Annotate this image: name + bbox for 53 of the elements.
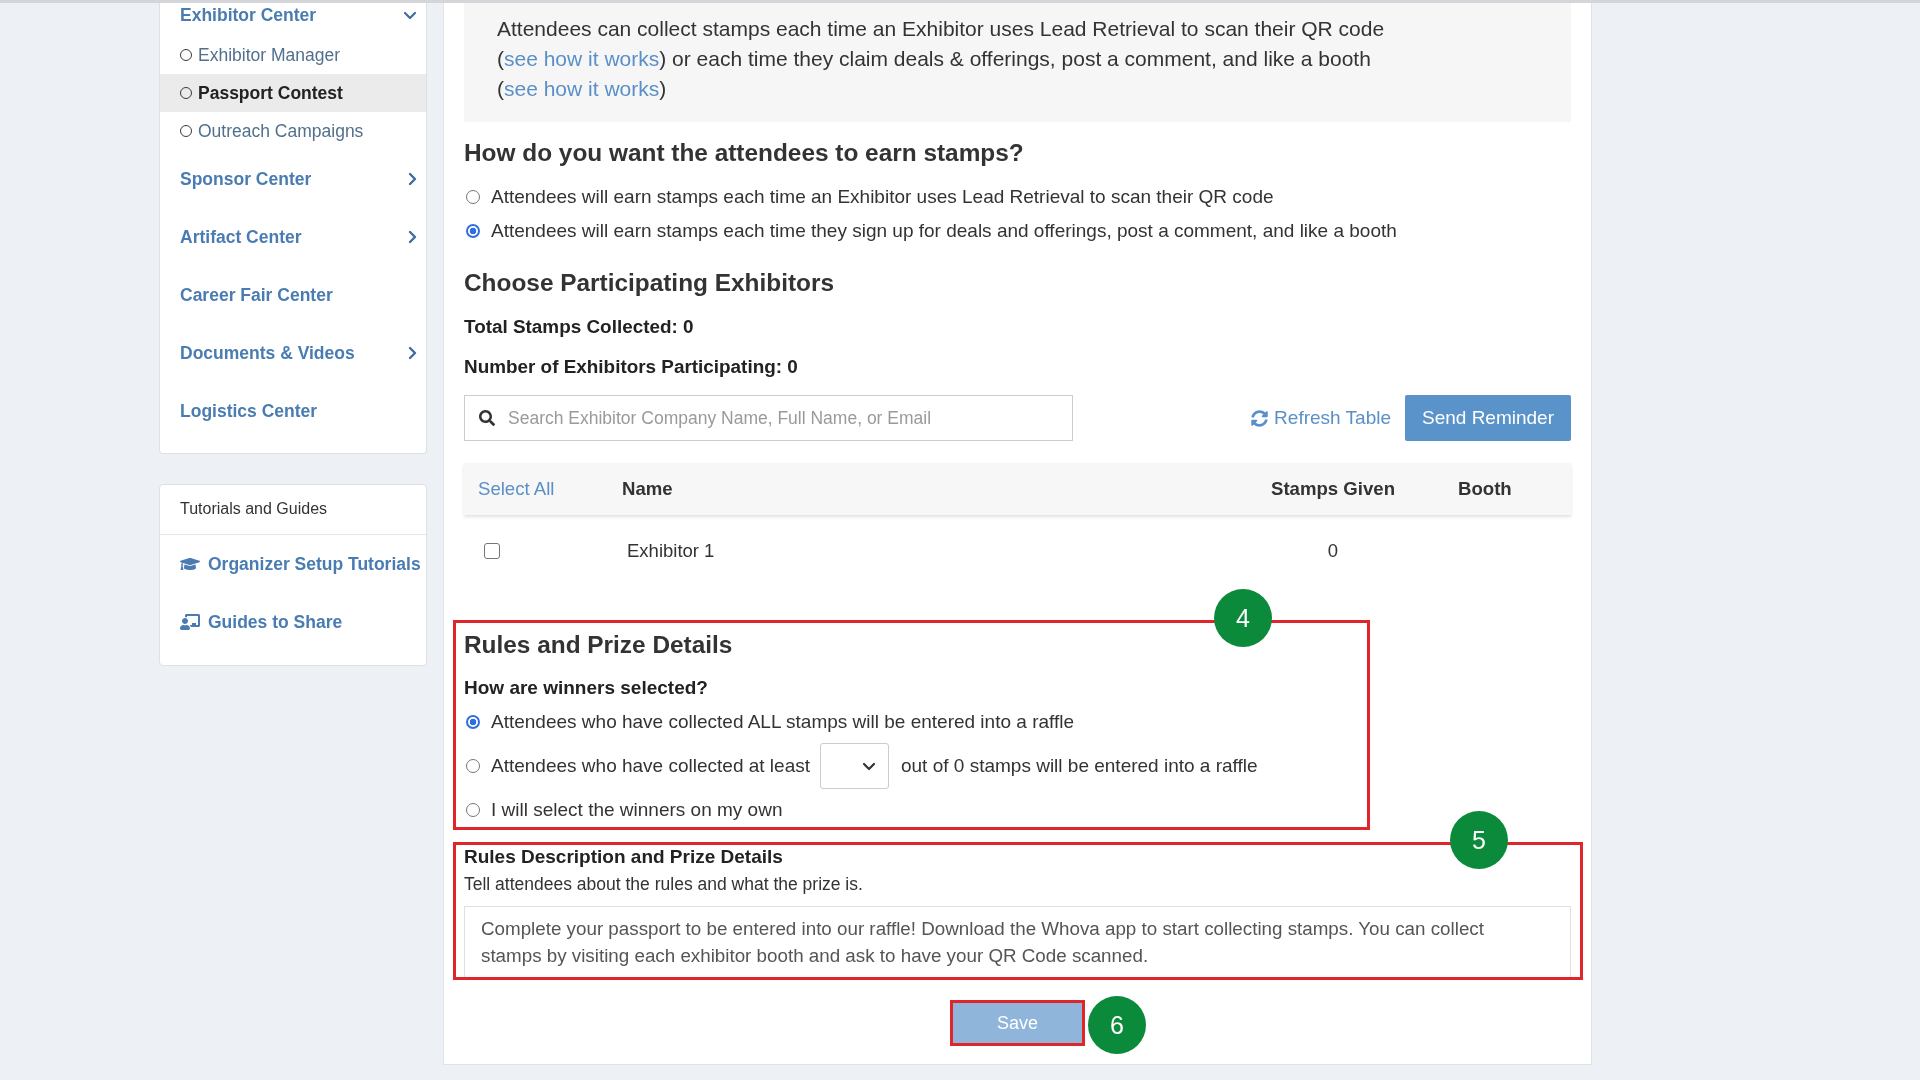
field-label: Rules Description and Prize Details — [464, 847, 783, 867]
sidebar-nav-item[interactable]: Exhibitor Center — [160, 3, 426, 27]
help-link[interactable]: see how it works — [504, 47, 660, 70]
sidebar-subnav-item[interactable]: Outreach Campaigns — [160, 112, 426, 150]
guides-heading: Tutorials and Guides — [180, 500, 328, 517]
radio-button[interactable] — [466, 224, 480, 238]
sidebar-nav-item[interactable]: Career Fair Center — [160, 266, 426, 324]
table-cell: 0 — [1327, 540, 1339, 562]
sidebar-nav-item[interactable]: Sponsor Center — [160, 150, 426, 208]
guide-link[interactable]: Organizer Setup Tutorials — [160, 535, 421, 593]
help-link[interactable]: see how it works — [504, 77, 660, 100]
refresh-table-button[interactable]: Refresh Table — [1251, 407, 1391, 429]
stat-text: Number of Exhibitors Participating: 0 — [464, 356, 798, 378]
intro-text: Attendees can collect stamps each time an Exhibitor uses Lead Retrieval to scan their QR code (see how it works) or each time they claim deals & offerings, post a comment, and like a booth (see how it works) — [497, 16, 1386, 102]
section-heading: Choose Participating Exhibitors — [464, 269, 834, 297]
step-marker: 4 — [1214, 589, 1272, 647]
option-label: Attendees who have collected at least — [491, 755, 810, 777]
step-marker: 5 — [1450, 811, 1508, 869]
sidebar-nav-item[interactable]: Logistics Center — [160, 382, 426, 440]
sidebar-nav-item[interactable]: Artifact Center — [160, 208, 426, 266]
refresh-icon — [1251, 409, 1269, 427]
guide-link[interactable]: Guides to Share — [160, 593, 343, 651]
graduation-cap-icon — [180, 556, 200, 572]
select-all-link[interactable]: Select All — [478, 478, 555, 500]
presenter-board-icon — [180, 614, 200, 630]
radio-button[interactable] — [466, 190, 480, 204]
search-icon — [479, 410, 495, 426]
radio-button[interactable] — [466, 759, 480, 773]
column-header: Booth — [1458, 478, 1512, 500]
field-hint: Tell attendees about the rules and what the prize is. — [464, 874, 863, 894]
radio-button[interactable] — [466, 715, 480, 729]
row-checkbox[interactable] — [484, 543, 500, 559]
chevron-down-icon — [862, 761, 876, 771]
send-reminder-button[interactable]: Send Reminder — [1405, 395, 1571, 441]
rules-description-field[interactable]: Complete your passport to be entered into our raffle! Download the Whova app to start collecting stamps. You can collect stamps by visiting each exhibitor booth and ask to have your QR Code scanned. — [464, 906, 1571, 977]
question-text: How are winners selected? — [464, 677, 708, 699]
stat-text: Total Stamps Collected: 0 — [464, 316, 694, 338]
search-field[interactable]: Search Exhibitor Company Name, Full Name, or Email — [464, 395, 1073, 441]
option-label: Attendees who have collected ALL stamps will be entered into a raffle — [491, 711, 1075, 733]
section-heading: How do you want the attendees to earn stamps? — [464, 139, 1024, 167]
radio-button[interactable] — [466, 803, 480, 817]
column-header: Stamps Given — [1271, 478, 1395, 500]
option-label: out of 0 stamps will be entered into a raffle — [901, 755, 1258, 777]
step-marker: 6 — [1088, 996, 1146, 1054]
column-header: Name — [622, 478, 673, 500]
section-heading: Rules and Prize Details — [464, 631, 733, 659]
table-cell: Exhibitor 1 — [627, 540, 715, 562]
sidebar-subnav-item[interactable]: Exhibitor Manager — [160, 36, 426, 74]
sidebar-subnav-item[interactable]: Passport Contest — [160, 74, 426, 112]
option-label: Attendees will earn stamps each time they sign up for deals and offerings, post a comment, and like a booth — [491, 220, 1397, 242]
sidebar-nav-item[interactable]: Documents & Videos — [160, 324, 426, 382]
option-label: I will select the winners on my own — [491, 799, 783, 821]
option-label: Attendees will earn stamps each time an Exhibitor uses Lead Retrieval to scan their QR code — [491, 186, 1274, 208]
